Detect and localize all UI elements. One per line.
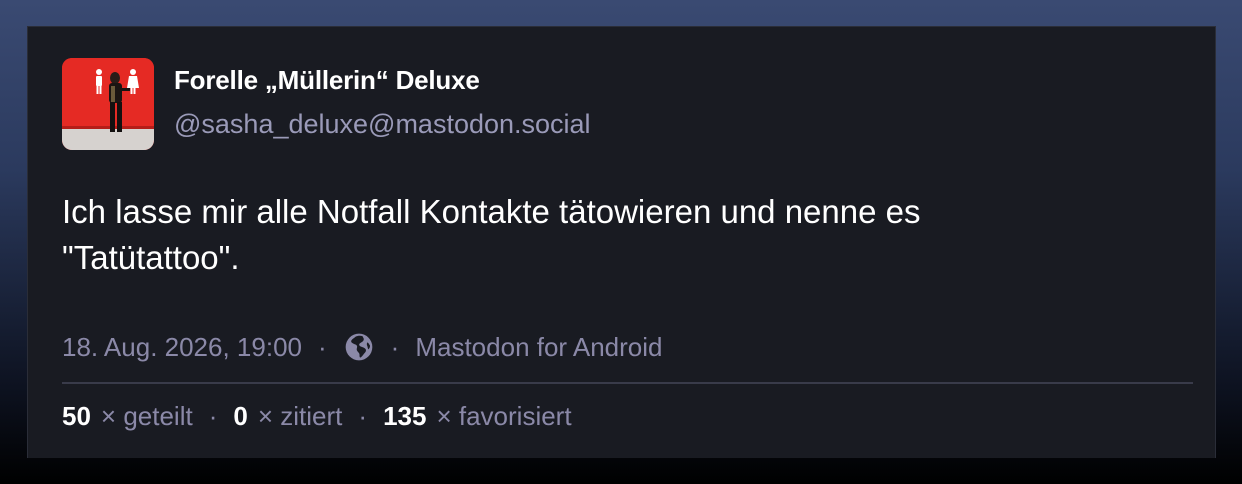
globe-icon	[343, 331, 375, 363]
favourites-stat[interactable]: 135 × favorisiert	[383, 401, 572, 432]
boosts-label: × geteilt	[100, 401, 193, 431]
favourites-count: 135	[383, 401, 427, 431]
post-card: Forelle „Müllerin“ Deluxe @sasha_deluxe@…	[27, 26, 1216, 458]
quotes-count: 0	[233, 401, 248, 431]
separator-dot: ·	[208, 401, 218, 431]
favourites-label: × favorisiert	[436, 401, 572, 431]
post-meta: 18. Aug. 2026, 19:00 · · Mastodon for An…	[62, 331, 663, 363]
display-name[interactable]: Forelle „Müllerin“ Deluxe	[174, 65, 480, 96]
profile-photo-icon	[62, 58, 154, 150]
post-text-line: "Tatütattoo".	[62, 239, 240, 276]
application-link[interactable]: Mastodon for Android	[415, 332, 662, 363]
avatar[interactable]	[62, 58, 154, 150]
boosts-stat[interactable]: 50 × geteilt	[62, 401, 193, 432]
separator-dot: ·	[318, 331, 327, 362]
post-content: Ich lasse mir alle Notfall Kontakte täto…	[62, 189, 1182, 281]
boosts-count: 50	[62, 401, 91, 431]
account-handle[interactable]: @sasha_deluxe@mastodon.social	[174, 109, 591, 140]
separator-dot: ·	[390, 331, 400, 362]
post-timestamp[interactable]: 18. Aug. 2026, 19:00	[62, 332, 302, 363]
post-text-line: Ich lasse mir alle Notfall Kontakte täto…	[62, 193, 921, 230]
post-stats: 50 × geteilt · 0 × zitiert · 135 × favorisi…	[62, 401, 572, 432]
separator-dot: ·	[358, 401, 368, 431]
quotes-stat[interactable]: 0 × zitiert	[233, 401, 342, 432]
quotes-label: × zitiert	[257, 401, 343, 431]
divider	[62, 382, 1193, 384]
